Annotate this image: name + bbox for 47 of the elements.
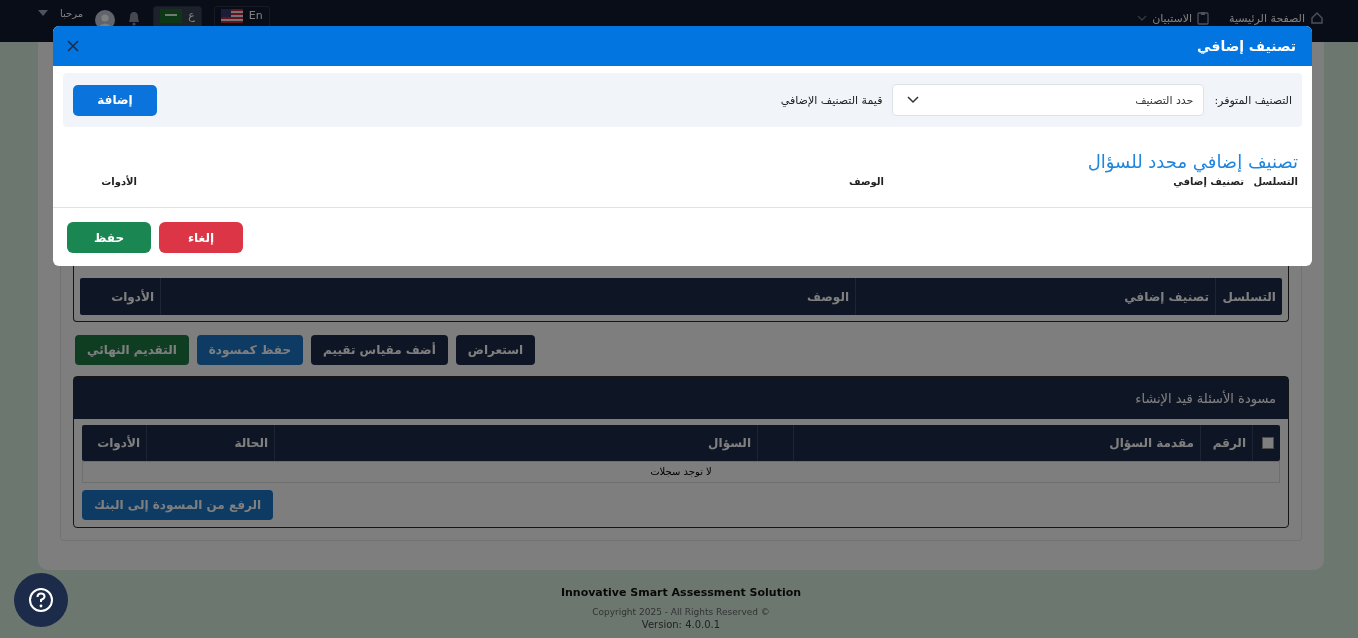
column-header: تصنيف إضافي bbox=[1172, 176, 1244, 187]
help-button[interactable] bbox=[14, 573, 68, 627]
column-header: تصنيف إضافي bbox=[855, 278, 1215, 315]
product-name: Innovative Smart Assessment Solution bbox=[559, 586, 803, 599]
flag-icon bbox=[160, 9, 183, 23]
add-button[interactable]: إضافة bbox=[73, 84, 157, 116]
bell-icon bbox=[127, 10, 142, 26]
column-header: الأدوات bbox=[96, 434, 141, 453]
action-button[interactable]: حفظ كمسودة bbox=[196, 335, 304, 365]
empty-message: لا توجد سجلات bbox=[82, 461, 1280, 483]
column-header: التسلسل bbox=[1215, 278, 1282, 315]
column-header: الأدوات bbox=[110, 288, 155, 307]
column-header: الوصف bbox=[847, 176, 884, 187]
column-header: الوصف bbox=[160, 278, 855, 315]
flag-icon bbox=[220, 9, 243, 23]
close-button[interactable] bbox=[65, 38, 81, 54]
help-icon bbox=[28, 587, 54, 613]
dialog-button[interactable]: حفظ bbox=[67, 222, 151, 253]
section-title: تصنيف إضافي محدد للسؤال bbox=[1086, 150, 1299, 172]
version-text: Version: 4.0.0.1 bbox=[640, 619, 722, 630]
dialog-title: تصنيف إضافي bbox=[1197, 38, 1296, 54]
dialog-button[interactable]: إلغاء bbox=[159, 222, 243, 253]
close-icon bbox=[67, 40, 79, 52]
greeting-text: مرحبا bbox=[60, 8, 84, 20]
select-all-checkbox[interactable] bbox=[1262, 437, 1274, 449]
clipboard-icon bbox=[1197, 11, 1210, 25]
column-header: السؤال bbox=[274, 425, 757, 461]
column-header: مقدمة السؤال bbox=[793, 425, 1200, 461]
home-icon bbox=[1310, 11, 1324, 25]
column-header: الحالة bbox=[146, 425, 274, 461]
action-button[interactable]: استعراض bbox=[455, 335, 536, 365]
copyright-text: Copyright 2025 - All Rights Reserved © bbox=[591, 607, 771, 617]
column-header: التسلسل bbox=[1252, 176, 1298, 187]
nav-link[interactable]: الصفحة الرئيسية bbox=[1229, 11, 1324, 25]
nav-link[interactable]: الاستبيان bbox=[1137, 11, 1210, 25]
column-header: الأدوات bbox=[100, 176, 137, 187]
field-label: قيمة التصنيف الإضافي bbox=[780, 93, 883, 107]
action-button[interactable]: أضف مقياس تقييم bbox=[311, 335, 448, 365]
field-label: التصنيف المتوفر: bbox=[1214, 93, 1292, 107]
caret-icon bbox=[38, 10, 48, 16]
action-button[interactable]: التقديم النهائي bbox=[75, 335, 189, 365]
panel-title: مسودة الأسئلة قيد الإنشاء bbox=[74, 377, 1288, 419]
classification-select[interactable]: حدد التصنيف bbox=[892, 84, 1205, 116]
column-header: الرقم bbox=[1200, 425, 1252, 461]
chevron-down-icon bbox=[1137, 15, 1148, 21]
chevron-down-icon bbox=[907, 96, 920, 104]
upload-button[interactable]: الرفع من المسودة إلى البنك bbox=[82, 490, 274, 520]
